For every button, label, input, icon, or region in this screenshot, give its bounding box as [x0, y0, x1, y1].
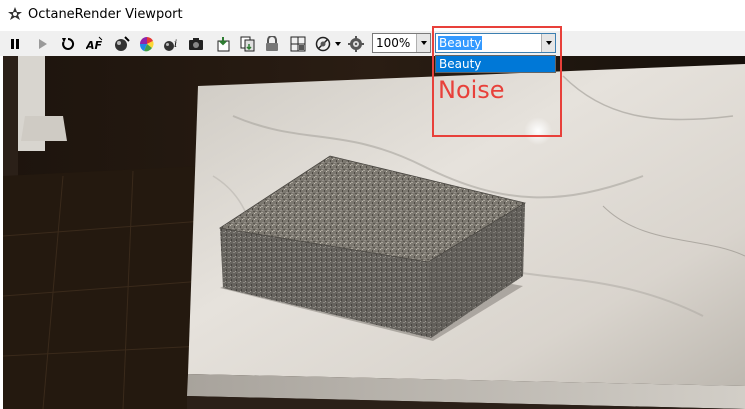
render-pass-dropdown-button[interactable] — [541, 34, 555, 52]
restart-icon — [61, 37, 74, 50]
color-wheel-icon — [139, 36, 154, 51]
title-bar: OctaneRender Viewport — [0, 0, 745, 31]
chevron-down-icon — [545, 41, 552, 45]
camera-icon — [188, 37, 203, 50]
clay-mode-dropdown[interactable] — [332, 35, 344, 52]
camera-button[interactable] — [187, 35, 204, 52]
material-pick-icon — [114, 35, 130, 51]
play-button[interactable] — [33, 35, 50, 52]
region-icon — [290, 36, 305, 51]
info-button[interactable]: i — [162, 35, 179, 52]
render-pass-value: Beauty — [438, 36, 483, 50]
clay-mode-button[interactable] — [314, 35, 331, 52]
pick-material-button[interactable] — [113, 35, 130, 52]
settings-button[interactable] — [347, 35, 364, 52]
render-pass-option-beauty[interactable]: Beauty — [436, 56, 555, 72]
zoom-value: 100% — [376, 36, 411, 50]
zoom-dropdown-button[interactable] — [416, 34, 430, 52]
chevron-down-icon — [420, 41, 427, 45]
render-image — [3, 56, 745, 409]
window-title: OctaneRender Viewport — [28, 7, 183, 22]
af-icon: AF — [86, 36, 103, 51]
render-pass-dropdown-list: Beauty — [435, 55, 556, 73]
save-icon — [217, 36, 229, 51]
zoom-combobox[interactable]: 100% — [372, 33, 431, 53]
octane-logo-icon — [8, 7, 22, 20]
info-icon: i — [163, 39, 177, 51]
save-render-button[interactable] — [214, 35, 231, 52]
render-viewport[interactable] — [3, 56, 745, 409]
clay-icon — [315, 36, 330, 51]
svg-text:i: i — [174, 39, 177, 50]
render-pass-combobox[interactable]: Beauty — [435, 33, 556, 53]
lock-icon — [265, 35, 278, 51]
color-picker-button[interactable] — [138, 35, 155, 52]
gear-icon — [347, 35, 364, 52]
annotation-label: Noise — [438, 76, 505, 104]
chevron-down-icon — [335, 41, 341, 46]
pause-icon — [10, 38, 19, 49]
restart-button[interactable] — [59, 35, 76, 52]
play-icon — [38, 38, 47, 49]
region-button[interactable] — [289, 35, 306, 52]
copy-icon — [240, 36, 254, 51]
copy-render-button[interactable] — [239, 35, 256, 52]
svg-text:AF: AF — [86, 39, 103, 51]
lock-button[interactable] — [263, 35, 280, 52]
pause-button[interactable] — [6, 35, 23, 52]
auto-focus-button[interactable]: AF — [86, 35, 103, 52]
